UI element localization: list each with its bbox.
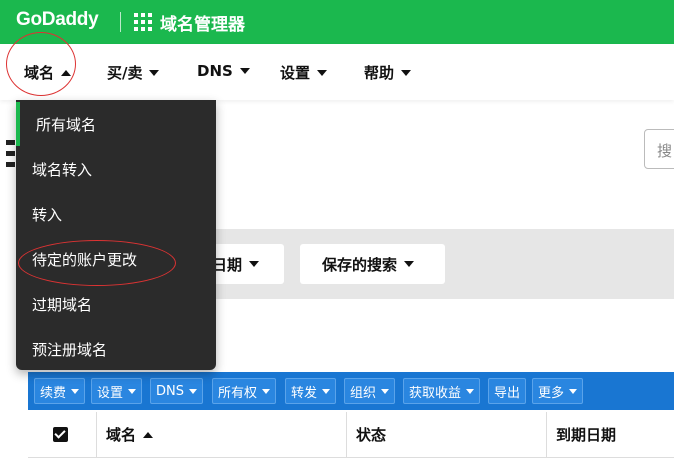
bulk-action-toolbar: 续费 设置 DNS 所有权 转发 组织 获取收益 导出 更多 xyxy=(28,372,674,410)
caret-down-icon xyxy=(71,388,80,394)
ownership-button[interactable]: 所有权 xyxy=(212,378,277,404)
caret-down-icon xyxy=(249,261,260,267)
caret-down-icon xyxy=(466,388,475,394)
caret-down-icon xyxy=(404,261,415,267)
status-column-header[interactable]: 状态 xyxy=(356,424,386,445)
caret-down-icon xyxy=(322,388,331,394)
renew-button[interactable]: 续费 xyxy=(34,378,86,404)
page-title-fragment xyxy=(6,140,16,170)
caret-down-icon xyxy=(569,388,578,394)
status-column-label: 状态 xyxy=(356,426,387,444)
domain-table-header: 域名 状态 到期日期 xyxy=(28,410,674,458)
nav-settings[interactable]: 设置 xyxy=(280,62,328,83)
menu-item-all-domains[interactable]: 所有域名 xyxy=(36,114,96,135)
search-input[interactable]: 搜 xyxy=(644,129,674,169)
dns-label: DNS xyxy=(156,383,184,399)
caret-down-icon xyxy=(149,69,160,76)
menu-item-domain-transfer-in[interactable]: 域名转入 xyxy=(32,159,92,180)
dns-button[interactable]: DNS xyxy=(150,378,203,404)
annotation-circle xyxy=(18,240,176,286)
domains-dropdown-menu: 所有域名 域名转入 转入 待定的账户更改 过期域名 预注册域名 xyxy=(16,100,216,370)
column-divider xyxy=(546,412,547,458)
nav-buy-sell[interactable]: 买/卖 xyxy=(107,62,160,83)
column-divider xyxy=(346,412,347,458)
sort-asc-icon xyxy=(143,431,154,438)
caret-down-icon xyxy=(381,388,390,394)
topbar-divider xyxy=(120,12,121,32)
date-filter-label: 日期 xyxy=(212,255,243,274)
domain-column-header[interactable]: 域名 xyxy=(106,424,154,445)
organize-button[interactable]: 组织 xyxy=(344,378,396,404)
settings-label: 设置 xyxy=(97,385,124,401)
nav-buy-sell-label: 买/卖 xyxy=(107,64,143,82)
menu-item-transfer-in[interactable]: 转入 xyxy=(32,204,62,225)
main-nav: 域名 买/卖 DNS 设置 帮助 xyxy=(0,44,674,100)
menu-item-expired-domains[interactable]: 过期域名 xyxy=(32,294,92,315)
godaddy-logo[interactable]: GoDaddy xyxy=(16,9,99,31)
organize-label: 组织 xyxy=(350,385,377,401)
monetize-label: 获取收益 xyxy=(409,385,462,401)
renew-label: 续费 xyxy=(40,385,67,401)
nav-dns[interactable]: DNS xyxy=(197,62,250,80)
caret-down-icon xyxy=(317,69,328,76)
top-bar: GoDaddy 域名管理器 xyxy=(0,0,674,44)
nav-settings-label: 设置 xyxy=(280,64,311,82)
select-all-checkbox[interactable] xyxy=(53,427,68,442)
expiry-column-label: 到期日期 xyxy=(556,426,617,444)
nav-help-label: 帮助 xyxy=(364,64,395,82)
column-divider xyxy=(96,412,97,458)
nav-help[interactable]: 帮助 xyxy=(364,62,412,83)
forwarding-button[interactable]: 转发 xyxy=(285,378,337,404)
app-title[interactable]: 域名管理器 xyxy=(160,10,245,35)
nav-dns-label: DNS xyxy=(197,62,233,80)
search-placeholder: 搜 xyxy=(657,142,673,160)
saved-search-button[interactable]: 保存的搜索 xyxy=(300,244,445,284)
menu-item-preregistered-domains[interactable]: 预注册域名 xyxy=(32,339,107,360)
annotation-circle xyxy=(6,32,76,96)
expiry-column-header[interactable]: 到期日期 xyxy=(556,424,616,445)
more-label: 更多 xyxy=(538,385,565,401)
app-grid-icon[interactable] xyxy=(134,13,152,31)
saved-search-label: 保存的搜索 xyxy=(322,255,398,274)
domain-column-label: 域名 xyxy=(106,426,137,444)
caret-down-icon xyxy=(262,388,271,394)
caret-down-icon xyxy=(189,388,197,394)
caret-down-icon xyxy=(239,68,250,74)
ownership-label: 所有权 xyxy=(218,385,258,401)
export-button[interactable]: 导出 xyxy=(488,378,527,404)
caret-down-icon xyxy=(401,69,412,76)
more-button[interactable]: 更多 xyxy=(532,378,584,404)
settings-button[interactable]: 设置 xyxy=(91,378,143,404)
caret-down-icon xyxy=(128,388,137,394)
monetize-button[interactable]: 获取收益 xyxy=(403,378,481,404)
export-label: 导出 xyxy=(494,385,521,401)
active-indicator xyxy=(16,102,20,146)
forwarding-label: 转发 xyxy=(291,385,318,401)
